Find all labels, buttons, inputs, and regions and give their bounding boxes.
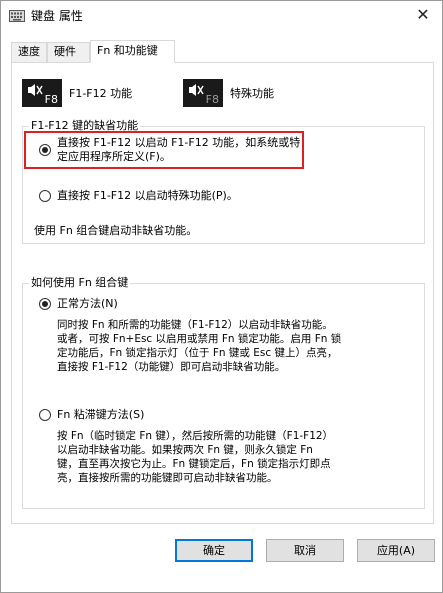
tab-fn-function-keys[interactable]: Fn 和功能键: [90, 40, 175, 63]
normal-method-label[interactable]: 正常方法(N): [57, 297, 118, 311]
mute-speaker-icon: [28, 84, 43, 96]
group-legend: 如何使用 Fn 组合键: [29, 276, 131, 290]
close-button[interactable]: ✕: [410, 3, 436, 27]
ok-button[interactable]: 确定: [175, 539, 253, 562]
normal-method-description: 同时按 Fn 和所需的功能键（F1-F12）以启动非缺省功能。 或者，可按 Fn…: [57, 319, 342, 373]
option-f1-f12-line1[interactable]: 直接按 F1-F12 以启动 F1-F12 功能，如系统或特: [57, 136, 300, 150]
key-label: F8: [205, 93, 219, 106]
dialog-buttons: 确定 取消 应用(A): [1, 533, 443, 573]
keyboard-properties-window: 键盘 属性 ✕ 速度 硬件 Fn 和功能键 F8 F1-F12 功能 F8 特殊…: [0, 0, 443, 593]
tab-speed[interactable]: 速度: [11, 42, 47, 62]
f8-special-key-image: F8: [183, 79, 223, 107]
radio-normal-method[interactable]: [39, 298, 51, 310]
window-title: 键盘 属性: [31, 9, 83, 23]
option-special-function[interactable]: 直接按 F1-F12 以启动特殊功能(P)。: [57, 189, 238, 203]
radio-sticky-method[interactable]: [39, 409, 51, 421]
radio-special-function[interactable]: [39, 190, 51, 202]
cancel-button[interactable]: 取消: [266, 539, 344, 562]
radio-f1-f12-function[interactable]: [39, 144, 51, 156]
f8-key-image: F8: [22, 79, 62, 107]
f1-f12-function-label: F1-F12 功能: [69, 87, 133, 100]
fn-note: 使用 Fn 组合键启动非缺省功能。: [34, 224, 198, 237]
special-function-label: 特殊功能: [230, 87, 274, 100]
title-bar[interactable]: 键盘 属性 ✕: [1, 1, 442, 31]
apply-button[interactable]: 应用(A): [357, 539, 435, 562]
sticky-method-label[interactable]: Fn 粘滞键方法(S): [57, 408, 144, 422]
mute-speaker-icon: [189, 84, 204, 96]
key-label: F8: [44, 93, 58, 106]
keyboard-icon: [9, 10, 25, 22]
tab-hardware[interactable]: 硬件: [47, 42, 90, 62]
sticky-method-description: 按 Fn（临时锁定 Fn 键），然后按所需的功能键（F1-F12） 以启动非缺省…: [57, 430, 334, 484]
option-f1-f12-line2[interactable]: 定应用程序所定义(F)。: [57, 150, 171, 164]
